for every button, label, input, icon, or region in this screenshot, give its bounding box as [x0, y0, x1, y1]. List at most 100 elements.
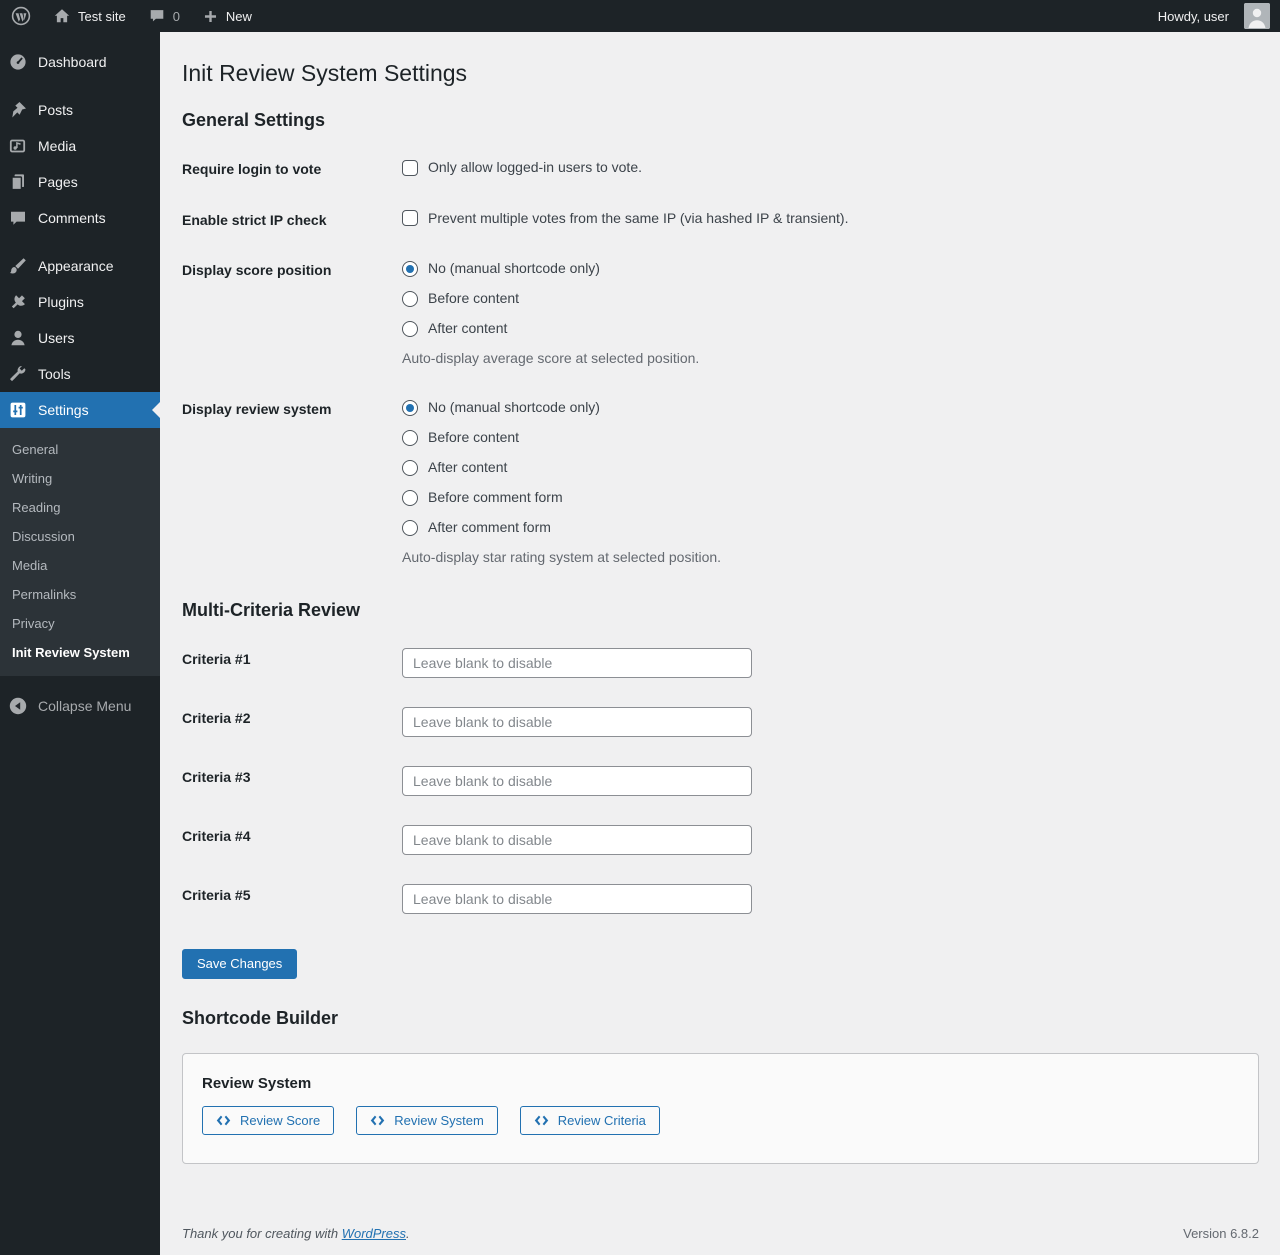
- wordpress-logo-icon: [11, 6, 31, 26]
- radio-unchecked[interactable]: [402, 320, 418, 337]
- wordpress-admin: Test site 0 New Howdy, user Dashboard Po…: [0, 0, 1280, 1255]
- radio-label: Before content: [428, 290, 520, 307]
- shortcode-review-score-button[interactable]: Review Score: [202, 1105, 335, 1135]
- radio-unchecked[interactable]: [402, 489, 418, 506]
- radio-label: After content: [428, 459, 508, 476]
- submenu-item-general[interactable]: General: [0, 435, 160, 464]
- review-system-card-title: Review System: [202, 1074, 312, 1092]
- howdy-label: Howdy, user: [1157, 8, 1229, 24]
- shortcode-review-criteria-button[interactable]: Review Criteria: [519, 1105, 660, 1135]
- comments-count: 0: [172, 8, 180, 24]
- checkbox-unchecked[interactable]: [402, 159, 418, 176]
- strict-ip-row: Enable strict IP check Prevent multiple …: [182, 195, 1259, 246]
- require-login-row: Require login to vote Only allow logged-…: [182, 144, 1259, 195]
- submenu-item-discussion[interactable]: Discussion: [0, 522, 160, 551]
- sidebar-item-users[interactable]: Users: [0, 320, 160, 356]
- radio-label: After comment form: [428, 519, 551, 536]
- save-changes-button[interactable]: Save Changes: [182, 949, 298, 980]
- sidebar-item-posts[interactable]: Posts: [0, 92, 160, 128]
- require-login-checkbox[interactable]: Only allow logged-in users to vote.: [402, 158, 1259, 177]
- criteria-4-input[interactable]: [402, 825, 752, 856]
- review-system-option-before-comment-form[interactable]: Before comment form: [402, 488, 1259, 507]
- wordpress-logo-menu[interactable]: [0, 0, 42, 32]
- score-position-option-before-content[interactable]: Before content: [402, 289, 1259, 308]
- admin-footer: Thank you for creating with WordPress. V…: [182, 1208, 1259, 1255]
- site-name-link[interactable]: Test site: [42, 0, 137, 32]
- sidebar-item-label: Comments: [38, 210, 106, 226]
- review-system-option-no[interactable]: No (manual shortcode only): [402, 398, 1259, 417]
- radio-label: Before comment form: [428, 489, 563, 506]
- require-login-label: Require login to vote: [182, 161, 322, 178]
- comments-menu[interactable]: 0: [137, 0, 191, 32]
- sidebar-item-appearance[interactable]: Appearance: [0, 248, 160, 284]
- score-position-option-no[interactable]: No (manual shortcode only): [402, 259, 1259, 278]
- criteria-2-input[interactable]: [402, 707, 752, 738]
- sidebar-separator: [0, 80, 160, 92]
- admin-frame: Dashboard Posts Media Pages Comments App…: [0, 32, 1280, 1255]
- radio-label: Before content: [428, 429, 520, 446]
- shortcode-button-label: Review Score: [240, 1112, 321, 1128]
- radio-unchecked[interactable]: [402, 290, 418, 307]
- score-position-option-after-content[interactable]: After content: [402, 319, 1259, 338]
- criteria-5-input[interactable]: [402, 884, 752, 915]
- media-icon: [8, 136, 28, 156]
- page-title: Init Review System Settings: [182, 60, 468, 86]
- tools-icon: [8, 364, 28, 384]
- submenu-item-writing[interactable]: Writing: [0, 464, 160, 493]
- general-settings-heading: General Settings: [182, 109, 326, 130]
- sidebar-item-label: Dashboard: [38, 54, 107, 70]
- strict-ip-checkbox[interactable]: Prevent multiple votes from the same IP …: [402, 209, 1259, 228]
- submenu-item-media[interactable]: Media: [0, 551, 160, 580]
- sidebar-item-comments[interactable]: Comments: [0, 200, 160, 236]
- submenu-item-permalinks[interactable]: Permalinks: [0, 580, 160, 609]
- review-system-description: Auto-display star rating system at selec…: [402, 549, 722, 566]
- new-label: New: [225, 8, 252, 24]
- sidebar-item-plugins[interactable]: Plugins: [0, 284, 160, 320]
- checkbox-unchecked[interactable]: [402, 210, 418, 227]
- radio-checked[interactable]: [402, 399, 418, 416]
- sidebar-item-label: Posts: [38, 102, 74, 118]
- review-system-position-label: Display review system: [182, 401, 332, 418]
- collapse-arrow-icon: [8, 696, 28, 716]
- wordpress-link[interactable]: WordPress: [342, 1226, 406, 1241]
- footer-version: Version 6.8.2: [1183, 1226, 1259, 1241]
- criteria-5-row: Criteria #5: [182, 870, 1259, 929]
- footer-thanks-text: Thank you for creating with WordPress.: [182, 1226, 410, 1241]
- radio-unchecked[interactable]: [402, 519, 418, 536]
- criteria-4-label: Criteria #4: [182, 828, 251, 845]
- collapse-menu-button[interactable]: Collapse Menu: [0, 688, 160, 724]
- sidebar-item-label: Tools: [38, 366, 71, 382]
- shortcode-builder-card: Review System Review Score Review System: [182, 1052, 1259, 1164]
- shortcode-review-system-button[interactable]: Review System: [356, 1105, 498, 1135]
- sidebar-item-pages[interactable]: Pages: [0, 164, 160, 200]
- plugin-icon: [8, 292, 28, 312]
- submenu-item-privacy[interactable]: Privacy: [0, 609, 160, 638]
- appearance-icon: [8, 256, 28, 276]
- sidebar-item-tools[interactable]: Tools: [0, 356, 160, 392]
- settings-submenu: General Writing Reading Discussion Media…: [0, 428, 160, 676]
- shortcode-button-label: Review Criteria: [557, 1112, 646, 1128]
- howdy-account-menu[interactable]: Howdy, user: [1147, 3, 1270, 29]
- radio-unchecked[interactable]: [402, 459, 418, 476]
- submenu-item-init-review-system[interactable]: Init Review System: [0, 638, 160, 667]
- comment-bubble-icon: [150, 10, 163, 22]
- radio-label: After content: [428, 320, 508, 337]
- review-system-option-before-content[interactable]: Before content: [402, 428, 1259, 447]
- criteria-3-input[interactable]: [402, 766, 752, 797]
- criteria-1-input[interactable]: [402, 648, 752, 679]
- new-menu[interactable]: New: [191, 0, 263, 32]
- radio-checked[interactable]: [402, 260, 418, 277]
- site-name-label: Test site: [78, 8, 126, 24]
- avatar: [1244, 3, 1270, 29]
- review-system-option-after-content[interactable]: After content: [402, 458, 1259, 477]
- comments-icon: [8, 208, 28, 228]
- sidebar-item-media[interactable]: Media: [0, 128, 160, 164]
- sidebar-item-dashboard[interactable]: Dashboard: [0, 44, 160, 80]
- review-system-option-after-comment-form[interactable]: After comment form: [402, 518, 1259, 537]
- radio-unchecked[interactable]: [402, 429, 418, 446]
- criteria-5-label: Criteria #5: [182, 887, 251, 904]
- criteria-4-row: Criteria #4: [182, 811, 1259, 870]
- submenu-item-reading[interactable]: Reading: [0, 493, 160, 522]
- sidebar-item-settings[interactable]: Settings: [0, 392, 160, 428]
- users-icon: [8, 328, 28, 348]
